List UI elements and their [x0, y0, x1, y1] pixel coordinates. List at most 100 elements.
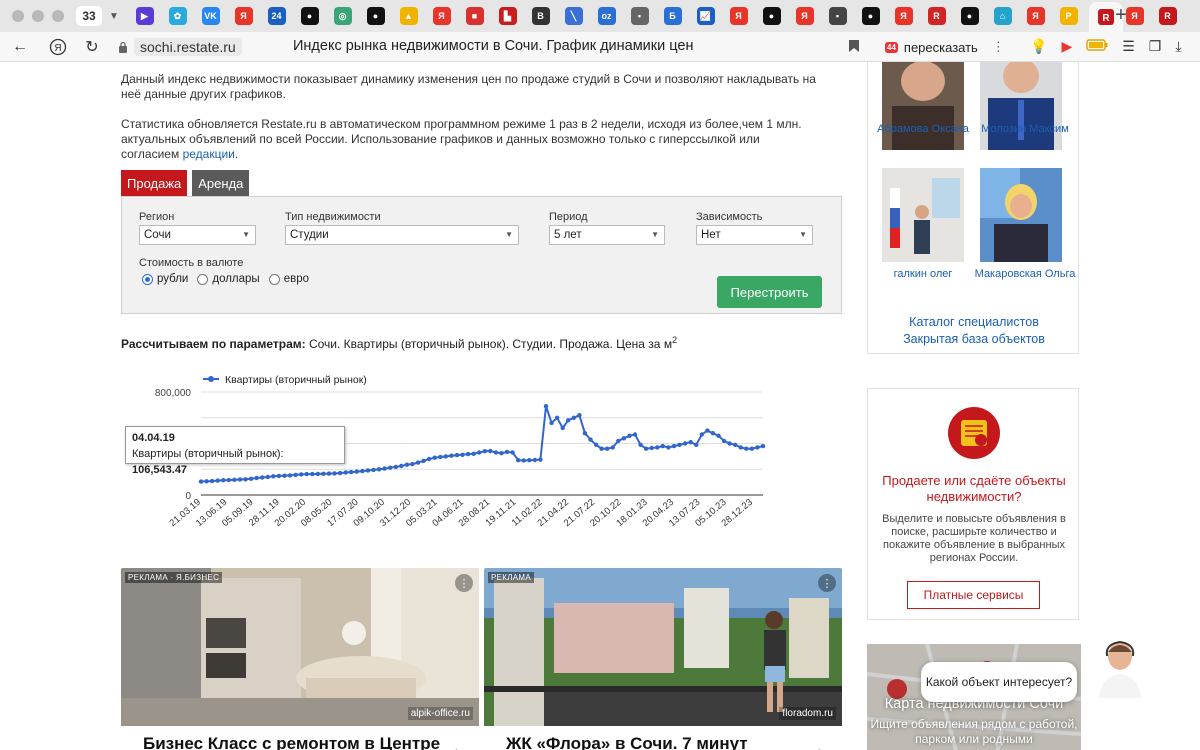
site-icon[interactable]: ▪	[630, 7, 649, 25]
region-label: Регион	[139, 211, 175, 223]
specialist-name[interactable]: Молозин Максим	[970, 122, 1080, 137]
data-point	[554, 415, 560, 420]
dependency-value: Нет	[701, 229, 721, 241]
ozon-icon[interactable]: oz	[597, 7, 616, 25]
data-point	[393, 464, 398, 470]
currency-eur[interactable]: евро	[268, 273, 309, 285]
avatar[interactable]	[980, 168, 1062, 262]
r-icon[interactable]: R	[927, 7, 946, 25]
bookmark-icon[interactable]	[848, 39, 860, 53]
maximize-window-button[interactable]	[52, 10, 64, 22]
b-icon[interactable]: B	[531, 7, 550, 25]
rebuild-button[interactable]: Перестроить	[717, 276, 822, 308]
lightbulb-icon[interactable]: 💡	[1030, 38, 1047, 55]
currency-rub[interactable]: рубли	[142, 273, 188, 285]
region-select[interactable]: Сочи ▼	[139, 225, 256, 245]
paid-services-button[interactable]: Платные сервисы	[907, 581, 1040, 609]
params-text: Сочи. Квартиры (вторичный рынок). Студии…	[305, 337, 673, 351]
close-window-button[interactable]	[12, 10, 24, 22]
property-type-value: Студии	[290, 229, 329, 241]
black-dot-icon[interactable]: ●	[300, 7, 319, 25]
ad-arrow-icon[interactable]: →	[443, 738, 463, 750]
restate-icon[interactable]: R	[1158, 7, 1177, 25]
data-point	[209, 478, 215, 484]
radio-unchecked[interactable]	[197, 273, 209, 285]
home-icon[interactable]: ⌂	[993, 7, 1012, 25]
new-tab-button[interactable]: +	[1110, 4, 1132, 27]
yandex-icon[interactable]: Я	[795, 7, 814, 25]
yandex-icon[interactable]: Я	[1026, 7, 1045, 25]
yandex-icon[interactable]: Я	[432, 7, 451, 25]
news24-icon[interactable]: 24	[267, 7, 286, 25]
specialist-name[interactable]: галкин олег	[868, 267, 978, 282]
tab-sale[interactable]: Продажа	[121, 170, 188, 196]
data-point	[382, 466, 387, 471]
url-host[interactable]: sochi.restate.ru	[134, 38, 242, 56]
params-sup: 2	[672, 335, 678, 345]
chat-agent-avatar[interactable]	[1087, 632, 1153, 698]
p-icon[interactable]: P	[1059, 7, 1078, 25]
tab-rent[interactable]: Аренда	[192, 170, 250, 196]
bookmarks-icon[interactable]: ☰	[1122, 38, 1135, 55]
black-dot-icon[interactable]: ●	[366, 7, 385, 25]
black-dot-icon[interactable]: ●	[960, 7, 979, 25]
ad-card-1[interactable]: РЕКЛАМА · Я.БИЗНЕС ⋮ alpik-office.ru Биз…	[121, 568, 479, 750]
red-block-icon[interactable]: ▙	[498, 7, 517, 25]
retell-button[interactable]: 44 пересказать ⋮	[885, 36, 1005, 58]
period-value: 5 лет	[554, 229, 582, 241]
tab-count-badge[interactable]: 33	[76, 6, 102, 26]
vk-icon[interactable]: VK	[201, 7, 220, 25]
currency-usd[interactable]: доллары	[197, 273, 260, 285]
avatar[interactable]	[882, 168, 964, 262]
data-point	[343, 470, 348, 475]
dependency-select[interactable]: Нет ▼	[696, 225, 813, 245]
radio-checked[interactable]	[142, 273, 153, 285]
currency-rub-label: рубли	[157, 273, 189, 285]
battery-icon[interactable]	[1086, 38, 1108, 55]
yandex-icon[interactable]: Я	[894, 7, 913, 25]
ad-source[interactable]: alpik-office.ru	[407, 707, 473, 720]
radio-unchecked[interactable]	[268, 273, 280, 285]
ad-card-2[interactable]: РЕКЛАМА ⋮ floradom.ru ЖК «Флора» в Сочи.…	[484, 568, 842, 750]
download-icon[interactable]: ⤓	[1175, 38, 1181, 55]
chatgpt-icon[interactable]: ◎	[333, 7, 352, 25]
video-icon[interactable]: ▶	[1061, 38, 1072, 55]
yandex-icon[interactable]: Я	[729, 7, 748, 25]
specialist-name[interactable]: Абрамова Оксана	[868, 122, 978, 137]
chart-icon[interactable]: 📈	[696, 7, 715, 25]
slash-icon[interactable]: ╲	[564, 7, 583, 25]
tooltip-label: Квартиры (вторичный рынок):	[132, 448, 284, 460]
editorial-link[interactable]: редакции	[183, 147, 235, 161]
specialists-catalog-link[interactable]: Каталог специалистов	[868, 315, 1080, 329]
yandex-home-icon[interactable]: Я	[46, 35, 70, 59]
period-select[interactable]: 5 лет ▼	[549, 225, 665, 245]
closed-base-link[interactable]: Закрытая база объектов	[868, 332, 1080, 346]
ad-arrow-icon[interactable]: →	[806, 738, 826, 750]
puzzle-icon[interactable]: ✿	[168, 7, 187, 25]
chat-bubble[interactable]: Какой объект интересует?	[921, 662, 1077, 702]
ad-title[interactable]: ЖК «Флора» в Сочи. 7 минут	[484, 726, 842, 750]
property-type-select[interactable]: Студии ▼	[285, 225, 519, 245]
collections-icon[interactable]: ❐	[1149, 38, 1162, 55]
filters-panel: Регион Сочи ▼ Тип недвижимости Студии ▼ Пе…	[121, 196, 842, 314]
red-square-icon[interactable]: ■	[465, 7, 484, 25]
warning-icon[interactable]: ▲	[399, 7, 418, 25]
ad-title[interactable]: Бизнес Класс с ремонтом в Центре	[121, 726, 479, 750]
b-blue-icon[interactable]: Б	[663, 7, 682, 25]
site-icon[interactable]: ▪	[828, 7, 847, 25]
reload-icon[interactable]: ↻	[80, 35, 104, 59]
chevron-down-icon[interactable]: ▼	[106, 6, 122, 26]
more-icon[interactable]: ⋮	[992, 39, 1005, 55]
play-icon[interactable]: ▶	[135, 7, 154, 25]
more-icon[interactable]: ⋮	[818, 574, 836, 592]
data-point	[360, 468, 365, 474]
black-dot-icon[interactable]: ●	[762, 7, 781, 25]
minimize-window-button[interactable]	[32, 10, 44, 22]
back-arrow-icon[interactable]: ←	[8, 35, 32, 59]
specialist-name[interactable]: Макаровская Ольга	[970, 267, 1080, 282]
data-point	[627, 433, 632, 438]
more-icon[interactable]: ⋮	[455, 574, 473, 592]
ad-source[interactable]: floradom.ru	[779, 707, 836, 720]
black-dot-icon[interactable]: ●	[861, 7, 880, 25]
yandex-icon[interactable]: Я	[234, 7, 253, 25]
